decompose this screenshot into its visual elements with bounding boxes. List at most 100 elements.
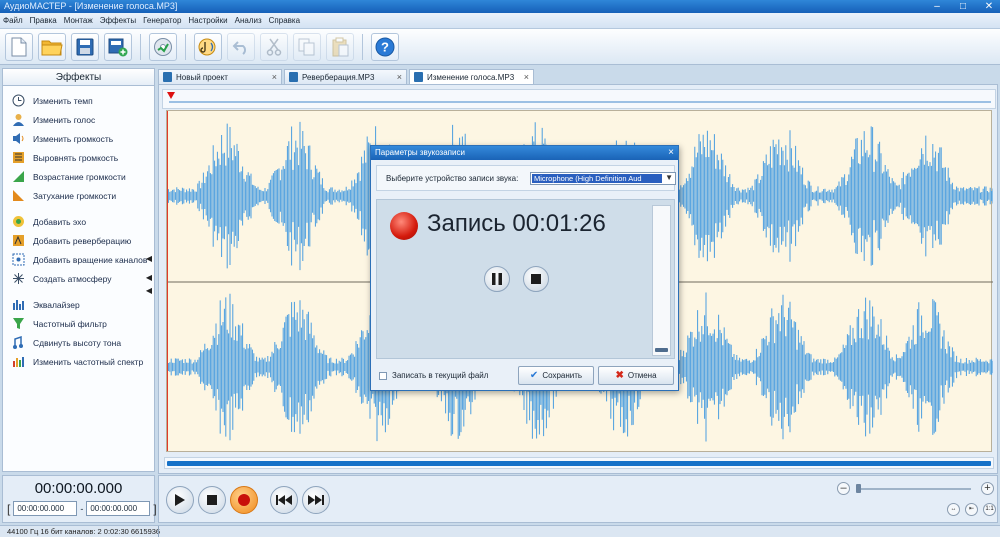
clipboard-icon xyxy=(332,37,349,56)
chevron-down-icon[interactable]: ▼ xyxy=(665,173,673,182)
play-button[interactable] xyxy=(166,486,194,514)
new-file-button[interactable] xyxy=(5,32,33,61)
copy-button[interactable] xyxy=(293,32,321,61)
menu-edit[interactable]: Правка xyxy=(30,16,57,25)
tab-voice-change[interactable]: Изменение голоса.MP3 × xyxy=(409,69,534,84)
effect-frequency-filter[interactable]: Частотный фильтр xyxy=(3,314,154,333)
menu-analysis[interactable]: Анализ xyxy=(235,16,262,25)
effect-create-atmosphere[interactable]: Создать атмосферу ◀ xyxy=(3,269,154,288)
menu-bar: Файл Правка Монтаж Эффекты Генератор Нас… xyxy=(0,13,1000,29)
film-add-icon xyxy=(108,38,128,56)
timeline-ruler[interactable] xyxy=(162,89,996,109)
effect-add-reverb[interactable]: Добавить реверберацию xyxy=(3,231,154,250)
maximize-icon[interactable]: □ xyxy=(956,0,970,13)
record-icon xyxy=(238,494,250,506)
device-select[interactable]: Microphone (High Definition Aud ▼ xyxy=(530,172,676,185)
atmosphere-icon xyxy=(11,272,25,286)
effect-equalizer[interactable]: Эквалайзер xyxy=(3,295,154,314)
cd-icon xyxy=(154,37,172,56)
close-icon[interactable]: × xyxy=(668,146,674,160)
stop-icon xyxy=(531,274,541,284)
collapse-arrow-icon[interactable]: ◀ xyxy=(146,286,152,295)
menu-settings[interactable]: Настройки xyxy=(188,16,227,25)
close-icon[interactable]: ✕ xyxy=(982,0,996,13)
effect-change-volume[interactable]: Изменить громкость xyxy=(3,129,154,148)
scrollbar-thumb[interactable] xyxy=(167,461,991,466)
fit-width-button[interactable]: ↔ xyxy=(947,503,960,516)
horizontal-scrollbar[interactable] xyxy=(164,457,994,469)
effect-pitch-shift[interactable]: Сдвинуть высоту тона xyxy=(3,333,154,352)
menu-help[interactable]: Справка xyxy=(269,16,300,25)
help-button[interactable]: ? xyxy=(371,32,399,61)
record-button[interactable] xyxy=(230,486,258,514)
menu-montage[interactable]: Монтаж xyxy=(64,16,93,25)
transport-bar: – + ↔ ⇤ 1:1 xyxy=(158,475,998,523)
zoom-slider-thumb[interactable] xyxy=(856,484,861,493)
cd-burn-button[interactable] xyxy=(149,32,177,61)
voice-record-icon xyxy=(198,38,216,55)
stop-button[interactable] xyxy=(198,486,226,514)
cut-button[interactable] xyxy=(260,32,288,61)
close-icon[interactable]: × xyxy=(391,72,402,82)
effect-label: Частотный фильтр xyxy=(33,318,107,329)
copy-icon xyxy=(298,38,315,55)
undo-button[interactable] xyxy=(227,32,255,61)
close-icon[interactable]: × xyxy=(518,72,529,82)
close-icon[interactable]: × xyxy=(266,72,277,82)
echo-icon xyxy=(11,215,25,229)
new-file-icon xyxy=(11,37,27,56)
document-icon xyxy=(289,72,298,82)
save-as-button[interactable] xyxy=(104,32,132,61)
zoom-reset-button[interactable]: 1:1 xyxy=(983,503,996,516)
menu-generator[interactable]: Генератор xyxy=(143,16,181,25)
tab-new-project[interactable]: Новый проект × xyxy=(158,69,282,84)
selection-end-field[interactable]: 00:00:00.000 xyxy=(86,501,151,516)
effect-normalize-volume[interactable]: Выровнять громкость xyxy=(3,148,154,167)
skip-forward-button[interactable] xyxy=(302,486,330,514)
effect-label: Возрастание громкости xyxy=(33,171,126,182)
effect-fade-in[interactable]: Возрастание громкости xyxy=(3,167,154,186)
toolbar-separator xyxy=(362,33,363,60)
record-to-current-checkbox[interactable] xyxy=(379,372,387,380)
collapse-arrow-icon[interactable]: ◀ xyxy=(146,254,152,263)
cancel-button-label: Отмена xyxy=(627,371,657,380)
effect-label: Изменить голос xyxy=(33,114,96,125)
tab-reverb[interactable]: Реверберация.MP3 × xyxy=(284,69,407,84)
tab-label: Реверберация.MP3 xyxy=(302,72,375,82)
zoom-slider-track[interactable] xyxy=(859,488,971,490)
fade-in-icon xyxy=(11,170,25,184)
effect-change-tempo[interactable]: Изменить темп xyxy=(3,91,154,110)
fit-selection-button[interactable]: ⇤ xyxy=(965,503,978,516)
cancel-button[interactable]: ✖ Отмена xyxy=(598,366,674,385)
open-folder-button[interactable] xyxy=(38,32,66,61)
collapse-arrow-icon[interactable]: ◀ xyxy=(146,273,152,282)
effect-change-spectrum[interactable]: Изменить частотный спектр xyxy=(3,352,154,371)
effect-add-channel-rotation[interactable]: Добавить вращение каналов ◀ xyxy=(3,250,154,269)
playhead-line xyxy=(167,111,168,451)
effect-fade-out[interactable]: Затухание громкости xyxy=(3,186,154,205)
folder-icon xyxy=(41,40,63,55)
selection-start-field[interactable]: 00:00:00.000 xyxy=(13,501,78,516)
zoom-out-button[interactable]: – xyxy=(837,482,850,495)
zoom-in-button[interactable]: + xyxy=(981,482,994,495)
spectrum-icon xyxy=(11,355,25,369)
playhead-marker-icon[interactable] xyxy=(167,92,175,99)
status-text: 44100 Гц 16 бит каналов: 2 0:02:30 66159… xyxy=(7,527,161,536)
help-icon: ? xyxy=(375,37,395,56)
effect-label: Добавить реверберацию xyxy=(33,235,132,246)
pause-recording-button[interactable] xyxy=(484,266,510,292)
paste-button[interactable] xyxy=(326,32,354,61)
reverb-icon xyxy=(11,234,25,248)
toolbar: ? xyxy=(0,29,1000,65)
effect-add-echo[interactable]: Добавить эхо xyxy=(3,212,154,231)
menu-effects[interactable]: Эффекты xyxy=(100,16,136,25)
skip-back-button[interactable] xyxy=(270,486,298,514)
save-button[interactable]: ✔ Сохранить xyxy=(518,366,594,385)
effect-change-voice[interactable]: Изменить голос xyxy=(3,110,154,129)
minimize-icon[interactable]: – xyxy=(930,0,944,13)
save-button[interactable] xyxy=(71,32,99,61)
effect-label: Затухание громкости xyxy=(33,190,117,201)
menu-file[interactable]: Файл xyxy=(3,16,23,25)
stop-recording-button[interactable] xyxy=(523,266,549,292)
record-voice-button[interactable] xyxy=(194,32,222,61)
